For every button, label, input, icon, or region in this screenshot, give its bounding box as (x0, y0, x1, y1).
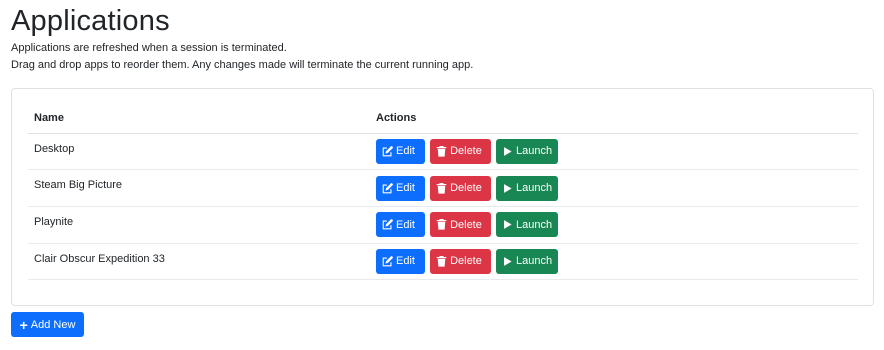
play-icon (504, 256, 512, 266)
play-icon (504, 146, 512, 156)
edit-button[interactable]: Edit (376, 175, 425, 201)
play-icon (504, 220, 512, 230)
app-name: Playnite (28, 206, 370, 244)
launch-button[interactable]: Launch (496, 138, 559, 164)
trash-icon (436, 255, 447, 267)
edit-button[interactable]: Edit (376, 248, 425, 274)
table-header-row: Name Actions (28, 103, 858, 134)
pencil-square-icon (382, 256, 393, 267)
page-description-refresh: Applications are refreshed when a sessio… (11, 42, 287, 54)
page-description-reorder: Drag and drop apps to reorder them. Any … (11, 59, 474, 71)
table-row[interactable]: Playnite Edit Delete Launch (28, 206, 858, 244)
pencil-square-icon (382, 219, 393, 230)
app-actions: Edit Delete Launch (370, 206, 858, 244)
launch-label: Launch (516, 145, 553, 158)
edit-label: Edit (396, 218, 415, 231)
delete-button[interactable]: Delete (430, 248, 492, 274)
edit-label: Edit (396, 255, 415, 268)
app-name: Clair Obscur Expedition 33 (28, 243, 370, 281)
pencil-square-icon (382, 145, 393, 157)
table-row[interactable]: Steam Big Picture Edit Delete Launch (28, 169, 858, 207)
app-actions: Edit Delete Launch (370, 133, 858, 171)
launch-label: Launch (516, 218, 553, 231)
app-actions: Edit Delete Launch (370, 169, 858, 207)
delete-label: Delete (450, 255, 482, 268)
table-row[interactable]: Clair Obscur Expedition 33 Edit Delete L… (28, 243, 858, 281)
add-new-button[interactable]: + Add New (11, 312, 84, 337)
delete-button[interactable]: Delete (430, 212, 492, 238)
launch-label: Launch (516, 255, 553, 268)
delete-button[interactable]: Delete (430, 138, 492, 164)
plus-icon: + (19, 316, 28, 333)
edit-button[interactable]: Edit (376, 138, 425, 164)
launch-button[interactable]: Launch (496, 212, 559, 238)
pencil-square-icon (382, 182, 393, 193)
launch-button[interactable]: Launch (496, 175, 559, 201)
app-actions: Edit Delete Launch (370, 243, 858, 281)
edit-label: Edit (396, 182, 415, 195)
play-icon (504, 183, 512, 193)
delete-label: Delete (450, 218, 482, 231)
delete-label: Delete (450, 182, 482, 195)
trash-icon (436, 145, 447, 157)
edit-button[interactable]: Edit (376, 212, 425, 238)
applications-page: Applications Applications are refreshed … (0, 0, 884, 350)
page-title: Applications (11, 5, 170, 37)
applications-table: Name Actions Desktop Edit Delete Launch … (28, 103, 858, 281)
add-new-label: Add New (30, 318, 76, 331)
column-header-actions: Actions (370, 103, 858, 134)
app-name: Steam Big Picture (28, 169, 370, 207)
applications-card: Name Actions Desktop Edit Delete Launch … (11, 88, 874, 306)
trash-icon (436, 182, 447, 194)
delete-label: Delete (450, 145, 482, 158)
table-row[interactable]: Desktop Edit Delete Launch (28, 133, 858, 171)
app-name: Desktop (28, 133, 370, 171)
edit-label: Edit (396, 145, 415, 158)
trash-icon (436, 219, 447, 230)
column-header-name: Name (28, 103, 370, 134)
launch-label: Launch (516, 182, 553, 195)
launch-button[interactable]: Launch (496, 248, 559, 274)
delete-button[interactable]: Delete (430, 175, 492, 201)
